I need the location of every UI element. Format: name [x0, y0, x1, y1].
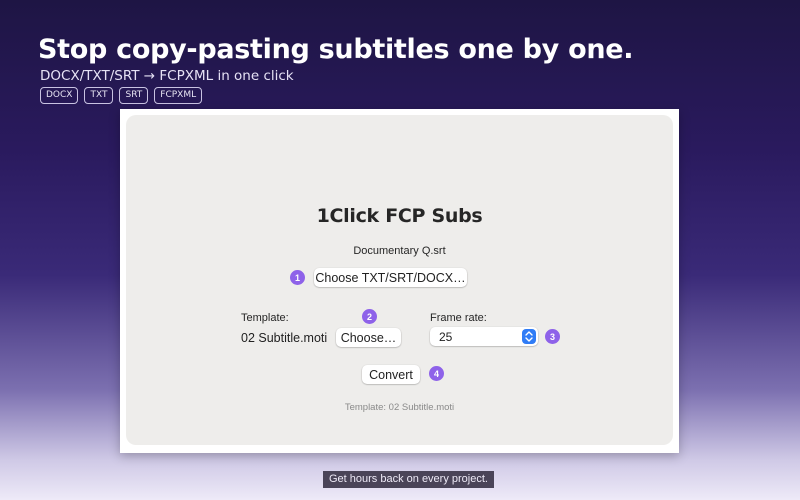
format-tag-fcpxml: FCPXML [154, 87, 203, 104]
selected-file-name: Documentary Q.srt [353, 245, 446, 257]
app-title: 1Click FCP Subs [316, 205, 483, 227]
format-tag-txt: TXT [84, 87, 114, 104]
format-tags: DOCX TXT SRT FCPXML [40, 87, 203, 104]
frame-rate-select[interactable]: 25 [430, 327, 538, 346]
step-badge-1: 1 [290, 270, 305, 285]
status-text: Template: 02 Subtitle.moti [344, 402, 455, 413]
choose-template-button[interactable]: Choose… [336, 328, 401, 347]
step-badge-3: 3 [545, 329, 560, 344]
format-tag-docx: DOCX [40, 87, 79, 104]
template-label: Template: [241, 312, 289, 324]
choose-file-button[interactable]: Choose TXT/SRT/DOCX… [314, 268, 467, 287]
frame-rate-label: Frame rate: [430, 312, 487, 324]
step-badge-2: 2 [362, 309, 377, 324]
app-window-content: 1Click FCP Subs Documentary Q.srt 1 Choo… [126, 115, 673, 445]
hero-subtitle: DOCX/TXT/SRT → FCPXML in one click [40, 68, 294, 84]
app-window: 1Click FCP Subs Documentary Q.srt 1 Choo… [120, 109, 679, 453]
step-badge-4: 4 [429, 366, 444, 381]
hero-title: Stop copy-pasting subtitles one by one. [38, 34, 634, 65]
chevron-up-down-icon [522, 329, 536, 344]
frame-rate-value: 25 [439, 330, 453, 344]
caption-banner: Get hours back on every project. [323, 471, 494, 488]
template-value: 02 Subtitle.moti [241, 331, 328, 345]
format-tag-srt: SRT [119, 87, 149, 104]
convert-button[interactable]: Convert [362, 365, 420, 384]
